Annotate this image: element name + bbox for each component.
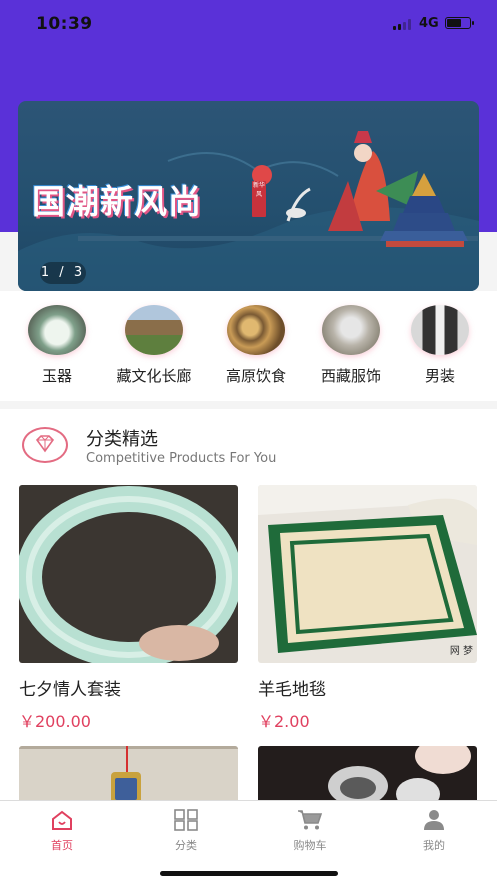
network-type: 4G [419, 16, 439, 31]
tab-category[interactable]: 分类 [146, 809, 226, 853]
section-title: 分类精选 [86, 429, 158, 450]
category-label: 高原饮食 [225, 367, 286, 385]
product-name: 七夕情人套装 [19, 680, 121, 700]
status-bar: 10:39 4G [0, 0, 497, 48]
product-card[interactable] [258, 746, 477, 801]
product-price: ￥2.00 [258, 712, 310, 731]
featured-section: 分类精选 Competitive Products For You 七夕情人套装… [0, 409, 497, 801]
product-card[interactable]: 网 梦 羊毛地毯 ￥2.00 [258, 485, 477, 732]
category-jade-image [28, 305, 86, 355]
watermark: 网 梦 [449, 646, 473, 657]
category-label: 藏文化长廊 [116, 367, 192, 385]
category-label: 西藏服饰 [320, 367, 381, 385]
category-culture-image [125, 305, 183, 355]
signal-icon [393, 19, 415, 30]
grid-icon [174, 809, 198, 831]
category-label: 玉器 [41, 367, 72, 385]
tab-label: 首页 [51, 839, 73, 852]
category-tibetan-culture[interactable]: 藏文化长廊 [109, 305, 199, 386]
diamond-icon [22, 427, 68, 463]
tab-bar: 首页 分类 购物车 我的 [0, 800, 497, 884]
banner-pager: 1 / 3 [40, 262, 86, 284]
product-name: 羊毛地毯 [258, 680, 326, 700]
category-clothing-image [322, 305, 380, 355]
status-time: 10:39 [36, 14, 93, 34]
battery-icon [445, 17, 474, 29]
promo-banner[interactable]: 国潮新风尚 新华风 1 / 3 [18, 101, 479, 291]
user-icon [424, 810, 444, 830]
banner-title: 国潮新风尚 [32, 182, 202, 221]
tab-home[interactable]: 首页 [22, 809, 102, 853]
category-strip: 玉器 藏文化长廊 高原饮食 西藏服饰 男装 [0, 291, 497, 401]
category-menswear-image [411, 305, 469, 355]
home-indicator [160, 871, 338, 876]
tab-label: 我的 [423, 839, 445, 852]
product-card[interactable]: 七夕情人套装 ￥200.00 [19, 485, 238, 732]
tab-cart[interactable]: 购物车 [270, 809, 350, 853]
banner-stamp: 新华风 [252, 181, 266, 217]
tab-label: 购物车 [293, 839, 327, 852]
product-price: ￥200.00 [19, 712, 91, 731]
tab-profile[interactable]: 我的 [394, 809, 474, 853]
category-jade[interactable]: 玉器 [12, 305, 102, 386]
product-image-ring [258, 746, 477, 801]
category-label: 男装 [424, 367, 455, 385]
category-tibetan-clothing[interactable]: 西藏服饰 [306, 305, 396, 386]
product-image-bangle [19, 485, 238, 663]
tab-label: 分类 [175, 839, 197, 852]
section-subtitle: Competitive Products For You [86, 451, 277, 466]
home-icon [52, 810, 72, 830]
category-plateau-food[interactable]: 高原饮食 [211, 305, 301, 386]
product-image-item [19, 746, 238, 801]
category-food-image [227, 305, 285, 355]
product-image-rug: 网 梦 [258, 485, 477, 663]
product-card[interactable] [19, 746, 238, 801]
cart-icon [298, 810, 323, 830]
category-menswear[interactable]: 男装 [395, 305, 485, 386]
